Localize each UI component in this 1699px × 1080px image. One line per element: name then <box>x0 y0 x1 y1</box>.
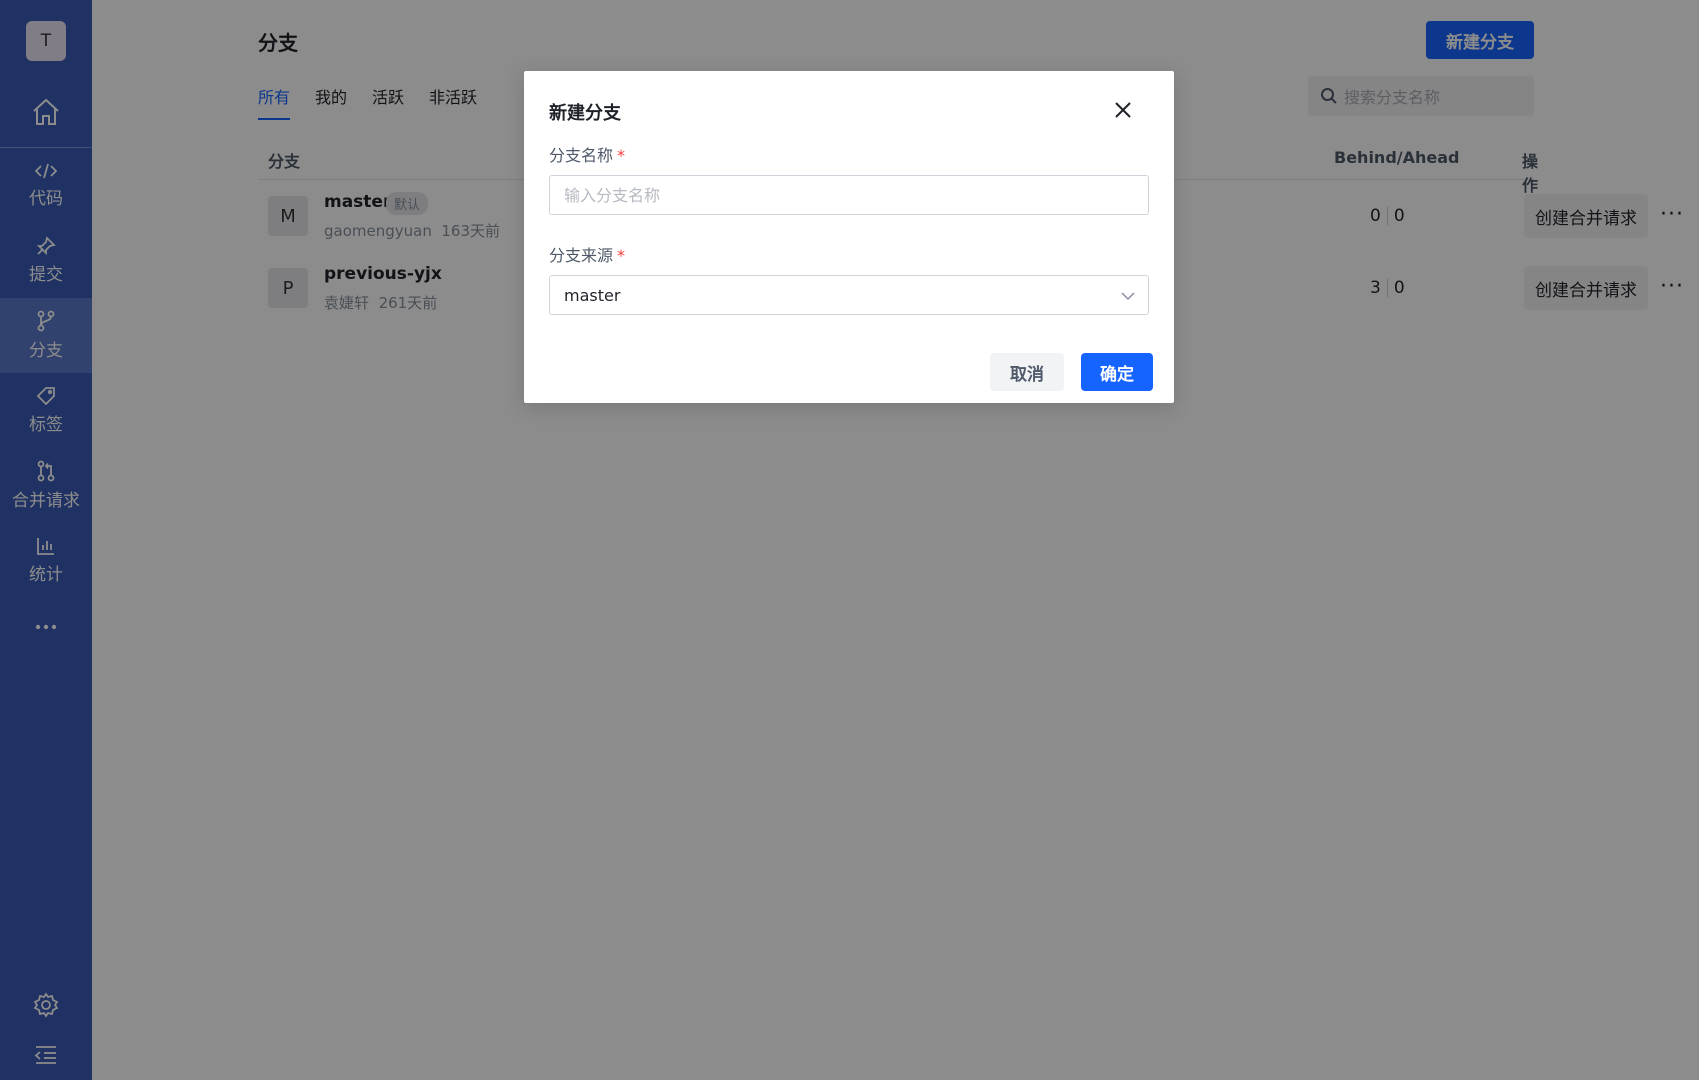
branch-name-input[interactable] <box>549 175 1149 215</box>
dialog-title: 新建分支 <box>549 103 621 124</box>
confirm-button[interactable]: 确定 <box>1081 353 1153 391</box>
close-button[interactable] <box>1108 95 1138 125</box>
branch-name-label: 分支名称 * <box>549 146 626 165</box>
close-icon <box>1115 102 1131 118</box>
required-mark: * <box>617 146 626 165</box>
required-mark: * <box>617 246 626 265</box>
branch-source-select[interactable]: master <box>549 275 1149 315</box>
branch-source-label: 分支来源 * <box>549 246 626 265</box>
cancel-button[interactable]: 取消 <box>990 353 1064 391</box>
new-branch-dialog: 新建分支 分支名称* 分支来源* master 取消 确定 <box>524 71 1174 403</box>
chevron-down-icon <box>1121 292 1135 301</box>
selected-value: master <box>564 285 621 305</box>
